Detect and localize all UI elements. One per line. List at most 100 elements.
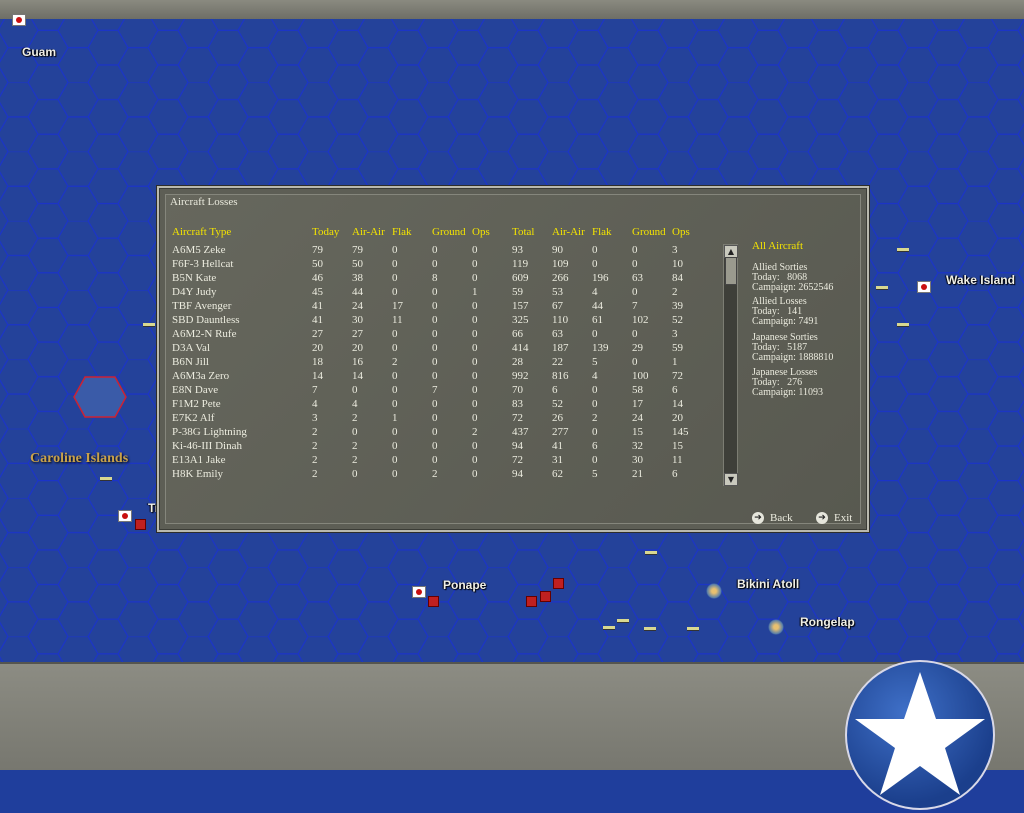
japan-flag-icon — [917, 281, 931, 293]
table-cell: 2 — [312, 468, 318, 480]
table-cell: 14 — [312, 370, 323, 382]
fleet-marker-icon[interactable] — [540, 591, 551, 602]
table-cell: 0 — [632, 356, 638, 368]
table-cell: 0 — [472, 300, 478, 312]
table-cell: 0 — [592, 454, 598, 466]
ship-icon[interactable] — [897, 323, 909, 327]
table-cell: 90 — [552, 244, 563, 256]
unit-marker-icon[interactable] — [428, 596, 439, 607]
header-flak-today: Flak — [392, 226, 412, 238]
table-cell: 0 — [432, 426, 438, 438]
table-cell: 18 — [312, 356, 323, 368]
table-cell: 6 — [552, 384, 558, 396]
table-cell: 100 — [632, 370, 649, 382]
japan-flag-icon — [12, 14, 26, 26]
ship-icon[interactable] — [617, 619, 629, 623]
header-flak-total: Flak — [592, 226, 612, 238]
table-cell: 0 — [472, 468, 478, 480]
aircraft-type-cell: Ki-46-III Dinah — [172, 440, 242, 452]
table-cell: 0 — [432, 440, 438, 452]
table-cell: 0 — [472, 454, 478, 466]
back-button-label: Back — [770, 512, 793, 524]
table-cell: 0 — [472, 356, 478, 368]
japan-flag-icon — [412, 586, 426, 598]
table-cell: 22 — [552, 356, 563, 368]
table-cell: 102 — [632, 314, 649, 326]
ship-icon[interactable] — [143, 323, 155, 327]
table-cell: 7 — [632, 300, 638, 312]
ship-icon[interactable] — [876, 286, 888, 290]
table-cell: 83 — [512, 398, 523, 410]
table-cell: 20 — [312, 342, 323, 354]
table-cell: 0 — [472, 370, 478, 382]
table-cell: 3 — [672, 328, 678, 340]
map-label-rongelap[interactable]: Rongelap — [800, 615, 855, 629]
aircraft-type-cell: B6N Jill — [172, 356, 209, 368]
table-cell: 24 — [352, 300, 363, 312]
table-cell: 110 — [552, 314, 569, 326]
table-cell: 0 — [392, 384, 398, 396]
table-cell: 45 — [312, 286, 323, 298]
table-cell: 1 — [672, 356, 678, 368]
table-cell: 4 — [592, 286, 598, 298]
aircraft-type-cell: H8K Emily — [172, 468, 224, 480]
table-cell: 0 — [432, 454, 438, 466]
table-cell: 4 — [592, 370, 598, 382]
table-cell: 15 — [632, 426, 643, 438]
aircraft-type-cell: E13A1 Jake — [172, 454, 226, 466]
table-cell: 20 — [672, 412, 683, 424]
dialog-title: Aircraft Losses — [170, 196, 238, 208]
aircraft-type-cell: F6F-3 Hellcat — [172, 258, 234, 270]
scrollbar-thumb[interactable] — [725, 257, 737, 285]
map-label-guam[interactable]: Guam — [22, 45, 56, 59]
table-cell: 0 — [392, 328, 398, 340]
ship-icon[interactable] — [897, 248, 909, 252]
table-cell: 0 — [432, 300, 438, 312]
back-button[interactable]: ➔ Back — [752, 512, 793, 524]
table-cell: 2 — [472, 426, 478, 438]
table-cell: 7 — [312, 384, 318, 396]
fleet-marker-icon[interactable] — [526, 596, 537, 607]
table-cell: 0 — [472, 398, 478, 410]
table-cell: 0 — [392, 342, 398, 354]
table-cell: 11 — [392, 314, 403, 326]
scroll-down-icon[interactable]: ▼ — [724, 473, 738, 486]
table-cell: 50 — [352, 258, 363, 270]
atoll-base-icon[interactable] — [768, 619, 784, 635]
table-cell: 29 — [632, 342, 643, 354]
table-cell: 53 — [552, 286, 563, 298]
aircraft-type-cell: E8N Dave — [172, 384, 219, 396]
unit-marker-icon[interactable] — [135, 519, 146, 530]
map-label-wake-island[interactable]: Wake Island — [946, 273, 1015, 287]
table-cell: 0 — [392, 272, 398, 284]
table-cell: 0 — [392, 468, 398, 480]
table-cell: 2 — [432, 468, 438, 480]
table-cell: 2 — [392, 356, 398, 368]
table-cell: 2 — [672, 286, 678, 298]
selected-hex[interactable] — [73, 376, 127, 418]
ship-icon[interactable] — [645, 551, 657, 555]
table-cell: 196 — [592, 272, 609, 284]
exit-button[interactable]: ➔ Exit — [816, 512, 852, 524]
atoll-base-icon[interactable] — [706, 583, 722, 599]
fleet-marker-icon[interactable] — [553, 578, 564, 589]
ship-icon[interactable] — [603, 626, 615, 630]
table-cell: 79 — [312, 244, 323, 256]
ship-icon[interactable] — [644, 627, 656, 631]
table-cell: 72 — [512, 412, 523, 424]
table-cell: 93 — [512, 244, 523, 256]
map-label-ponape[interactable]: Ponape — [443, 578, 486, 592]
table-cell: 44 — [352, 286, 363, 298]
japanese-losses-campaign: Campaign: 11093 — [752, 387, 824, 398]
map-label-bikini-atoll[interactable]: Bikini Atoll — [737, 577, 799, 591]
table-cell: 0 — [392, 454, 398, 466]
table-cell: 41 — [552, 440, 563, 452]
table-cell: 52 — [552, 398, 563, 410]
aircraft-type-cell: E7K2 Alf — [172, 412, 215, 424]
table-cell: 24 — [632, 412, 643, 424]
ship-icon[interactable] — [687, 627, 699, 631]
allied-sorties-campaign: Campaign: 2652546 — [752, 282, 834, 293]
ship-icon[interactable] — [100, 477, 112, 481]
aircraft-type-cell: TBF Avenger — [172, 300, 232, 312]
summary-title: All Aircraft — [752, 240, 804, 252]
